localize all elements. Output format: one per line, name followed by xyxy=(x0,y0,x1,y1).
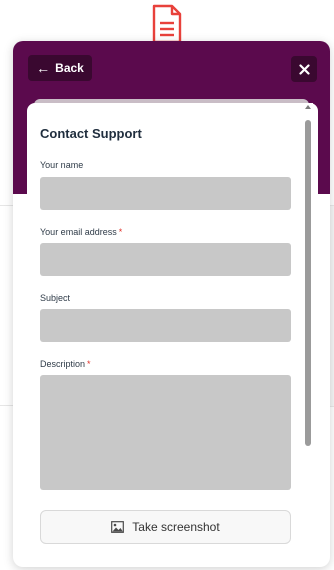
name-label: Your name xyxy=(40,160,84,170)
description-field[interactable] xyxy=(40,375,291,490)
document-icon xyxy=(152,4,182,44)
back-button[interactable]: ← Back xyxy=(28,55,92,81)
scrollbar[interactable] xyxy=(304,103,313,567)
support-widget: ← Back Contact Support Your name Your em… xyxy=(13,41,330,567)
name-field[interactable] xyxy=(40,177,291,210)
screenshot-button-label: Take screenshot xyxy=(132,520,220,534)
contact-support-form: Contact Support Your name Your email add… xyxy=(27,103,318,567)
email-label: Your email address * xyxy=(40,227,123,237)
close-button[interactable] xyxy=(291,56,317,82)
scroll-up-arrow-icon[interactable] xyxy=(305,105,311,109)
subject-label: Subject xyxy=(40,293,71,303)
take-screenshot-button[interactable]: Take screenshot xyxy=(40,510,291,544)
form-title: Contact Support xyxy=(40,126,142,141)
close-icon xyxy=(298,63,310,75)
email-field[interactable] xyxy=(40,243,291,276)
scrollbar-thumb[interactable] xyxy=(305,120,311,446)
required-marker: * xyxy=(87,359,91,369)
subject-field[interactable] xyxy=(40,309,291,342)
back-label: Back xyxy=(55,61,84,75)
required-marker: * xyxy=(118,227,123,237)
arrow-left-icon: ← xyxy=(36,60,51,76)
description-label: Description * xyxy=(40,359,91,369)
image-icon xyxy=(111,521,125,533)
